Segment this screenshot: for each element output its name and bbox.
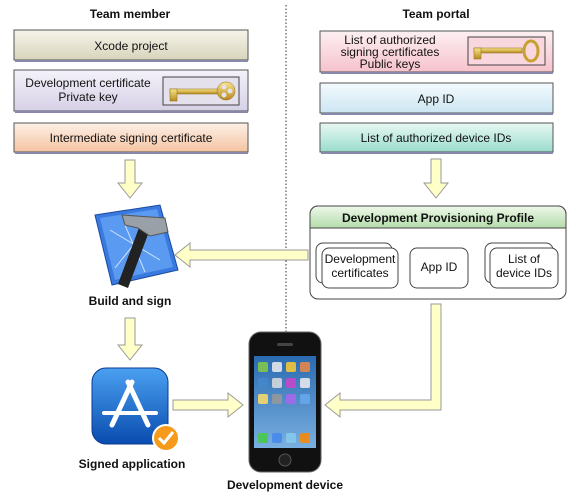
key-icon (467, 36, 546, 66)
arrow-down-to-profile (422, 158, 450, 199)
xcode-project-box: Xcode project (13, 29, 249, 62)
svg-text:App ID: App ID (418, 92, 455, 106)
authorized-devices-box: List of authorized device IDs (319, 122, 554, 154)
svg-text:Public keys: Public keys (360, 57, 421, 71)
svg-text:Private key: Private key (58, 90, 117, 104)
development-certificate-box: Development certificate Private key (13, 69, 249, 113)
signed-application-label: Signed application (79, 457, 186, 471)
svg-text:certificates: certificates (331, 266, 388, 280)
portal-app-id-box: App ID (319, 82, 554, 115)
arrow-down-to-signed (116, 317, 144, 361)
checkmark-badge-icon (152, 424, 180, 452)
iphone-icon (248, 331, 322, 473)
key-icon (162, 76, 240, 106)
provisioning-diagram: Team member Xcode project Development ce… (0, 0, 576, 501)
intermediate-certificate-box: Intermediate signing certificate (13, 122, 249, 154)
authorized-certificates-box: List of authorized signing certificates … (319, 30, 554, 74)
arrow-left-to-build (174, 241, 309, 269)
arrow-profile-to-device (324, 303, 442, 419)
profile-app-id: App ID (409, 247, 469, 289)
xcode-icon (94, 204, 179, 288)
profile-certificates: Development certificates (315, 242, 399, 289)
svg-text:Xcode project: Xcode project (94, 39, 168, 53)
svg-text:List of: List of (508, 252, 541, 266)
svg-text:Development Provisioning Profi: Development Provisioning Profile (342, 211, 534, 225)
development-device-label: Development device (227, 478, 343, 492)
profile-device-ids: List of device IDs (484, 242, 559, 289)
svg-text:device IDs: device IDs (496, 266, 552, 280)
svg-text:App ID: App ID (421, 260, 458, 274)
arrow-right-to-device (172, 391, 244, 419)
team-member-title: Team member (90, 7, 171, 21)
arrow-down-to-build (116, 159, 144, 199)
provisioning-profile: Development Provisioning Profile Develop… (309, 205, 567, 300)
svg-text:Development certificate: Development certificate (25, 76, 151, 90)
svg-text:List of authorized device IDs: List of authorized device IDs (361, 131, 512, 145)
build-and-sign-label: Build and sign (89, 294, 172, 308)
svg-text:Development: Development (325, 252, 396, 266)
team-portal-title: Team portal (402, 7, 469, 21)
svg-text:Intermediate signing certifica: Intermediate signing certificate (50, 131, 213, 145)
